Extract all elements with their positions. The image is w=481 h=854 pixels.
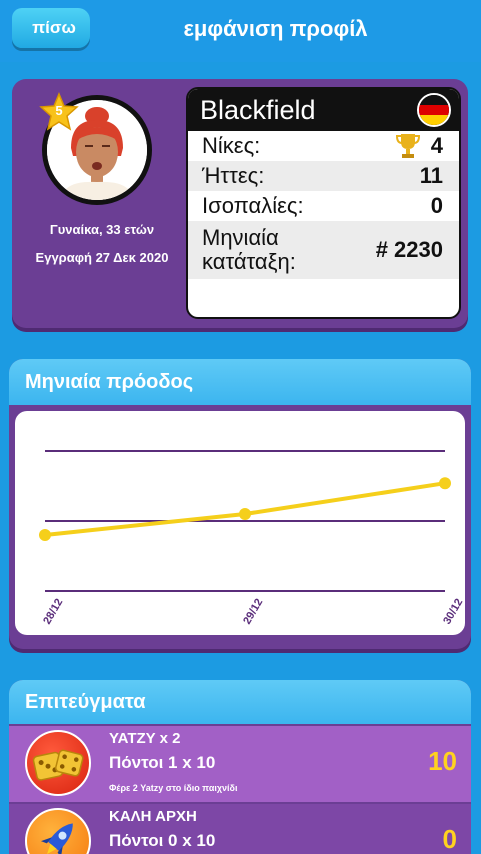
profile-card: 5 Γυναίκα, 33 ετών Εγγραφή 27 Δεκ 2020 B…: [12, 79, 468, 328]
progress-chart: 28/12 29/12 30/12: [15, 411, 465, 635]
rank-label-line1: Μηνιαία: [202, 225, 279, 250]
rank-value: # 2230: [375, 237, 443, 262]
achievement-title: YATZY x 2: [109, 730, 181, 747]
draws-value: 0: [430, 193, 443, 218]
stat-row-rank: Μηνιαία κατάταξη: # 2230: [188, 221, 459, 279]
achievement-points: Πόντοι 1 x 10: [109, 753, 216, 772]
dice-icon: [25, 730, 91, 796]
page-title: εμφάνιση προφίλ: [183, 16, 368, 41]
achievement-score: 0: [442, 824, 457, 854]
stat-row-losses: Ήττες: 11: [188, 161, 459, 191]
achievements-title: Επιτεύγματα: [25, 690, 146, 713]
stat-row-draws: Ισοπαλίες: 0: [188, 191, 459, 221]
achievement-points: Πόντοι 0 x 10: [109, 831, 216, 850]
achievements-header: Επιτεύγματα: [9, 680, 471, 724]
level-number: 5: [55, 103, 63, 118]
achievements-panel: Επιτεύγματα YATZY x 2 Πόντοι 1 x 10 Φέρε…: [9, 680, 471, 854]
rocket-icon: [25, 808, 91, 854]
joined-date-text: Εγγραφή 27 Δεκ 2020: [35, 250, 169, 265]
losses-label: Ήττες:: [202, 163, 265, 188]
achievement-score: 10: [428, 746, 457, 776]
trophy-icon: [395, 134, 421, 158]
wins-label: Νίκες:: [202, 133, 261, 158]
rank-label-line2: κατάταξη:: [202, 249, 296, 274]
top-bar: πίσω εμφάνιση προφίλ: [0, 0, 481, 62]
monthly-progress-title: Μηνιαία πρόοδος: [25, 370, 194, 393]
monthly-progress-panel: Μηνιαία πρόοδος 28/12 29/12 30/12: [9, 359, 471, 649]
wins-value: 4: [430, 133, 443, 158]
player-name-bar: Blackfield: [188, 89, 459, 131]
chart-x-tick-label: 30/12: [441, 597, 465, 627]
losses-value: 11: [419, 163, 443, 188]
chart-point: [39, 529, 51, 541]
chart-x-tick-label: 29/12: [241, 597, 265, 627]
achievement-description: Φέρε 2 Yatzy στο ίδιο παιχνίδι: [109, 783, 238, 793]
achievement-item[interactable]: ΚΑΛΗ ΑΡΧΗ Πόντοι 0 x 10 0: [9, 804, 471, 854]
monthly-progress-header: Μηνιαία πρόοδος: [9, 359, 471, 405]
progress-chart-svg: 28/12 29/12 30/12: [39, 450, 465, 627]
stat-row-wins: Νίκες: 4: [188, 131, 459, 161]
back-button[interactable]: πίσω: [12, 8, 90, 48]
achievement-title: ΚΑΛΗ ΑΡΧΗ: [109, 808, 197, 825]
chart-point: [439, 477, 451, 490]
achievement-item[interactable]: YATZY x 2 Πόντοι 1 x 10 Φέρε 2 Yatzy στο…: [9, 726, 471, 802]
germany-flag-icon: [417, 93, 451, 127]
chart-x-tick-label: 28/12: [41, 597, 65, 627]
stats-box: Blackfield Νίκες: 4 Ήττες: 11 Ισοπαλίες:: [186, 87, 461, 319]
player-name: Blackfield: [200, 94, 316, 125]
gender-age-text: Γυναίκα, 33 ετών: [49, 222, 155, 237]
chart-point: [239, 508, 251, 520]
draws-label: Ισοπαλίες:: [202, 193, 304, 218]
